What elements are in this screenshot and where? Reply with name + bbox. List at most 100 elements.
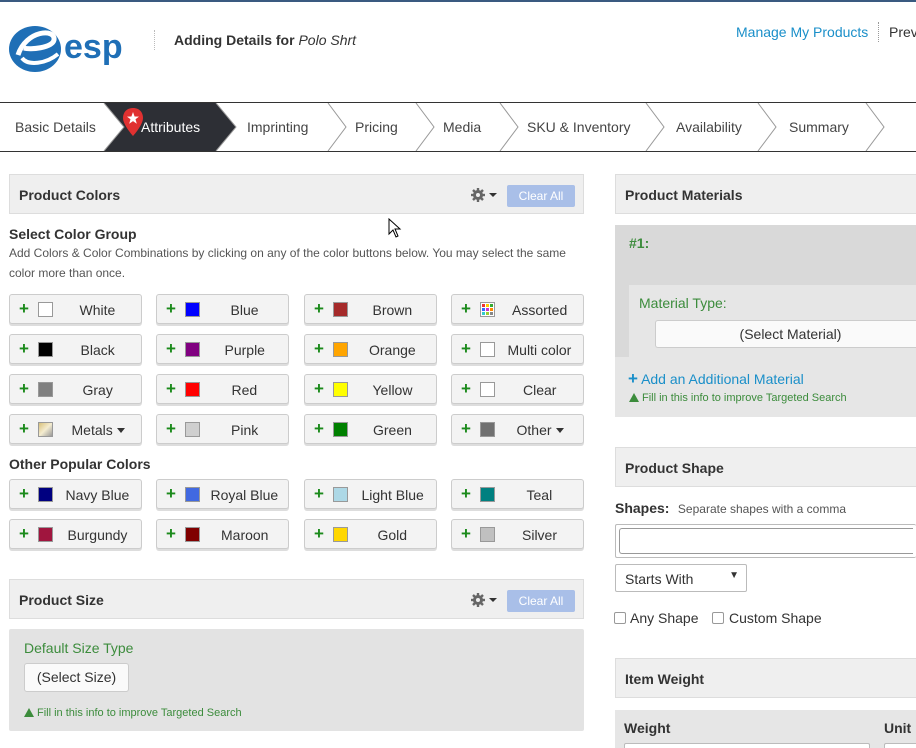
plus-icon: + [19,299,29,318]
color-label: Orange [369,342,416,358]
color-button-burgundy[interactable]: + Burgundy [9,519,142,549]
step-availability[interactable]: Availability [676,103,742,151]
select-material-button[interactable]: (Select Material) [655,320,916,348]
product-shape-title: Product Shape [625,460,724,476]
color-button-black[interactable]: + Black [9,334,142,364]
mouse-cursor-icon [388,217,402,243]
color-swatch [185,487,200,502]
color-button-silver[interactable]: + Silver [451,519,584,549]
step-sku-inventory[interactable]: SKU & Inventory [527,103,631,151]
plus-icon: + [461,379,471,398]
color-button-brown[interactable]: + Brown [304,294,437,324]
color-button-teal[interactable]: + Teal [451,479,584,509]
color-swatch [38,527,53,542]
color-label: Gold [377,527,408,543]
plus-icon: + [166,339,176,358]
header-separator [878,22,879,42]
title-prefix: Adding Details for [174,32,295,48]
step-pricing[interactable]: Pricing [355,103,398,151]
plus-icon: + [314,299,324,318]
plus-icon: + [461,339,471,358]
product-size-box: Default Size Type (Select Size) Fill in … [9,629,584,731]
unit-select[interactable] [884,743,916,748]
color-label: Yellow [372,382,413,398]
plus-icon: + [314,419,324,438]
color-swatch [185,422,200,437]
color-button-royal-blue[interactable]: + Royal Blue [156,479,289,509]
shapes-input[interactable] [619,528,913,554]
shape-match-select[interactable]: Starts With ▼ [615,564,747,592]
manage-products-link[interactable]: Manage My Products [736,24,868,40]
step-basic-details[interactable]: Basic Details [15,103,96,151]
color-button-pink[interactable]: + Pink [156,414,289,444]
materials-search-tip: Fill in this info to improve Targeted Se… [629,392,847,404]
color-swatch [333,422,348,437]
product-size-title: Product Size [19,592,104,608]
material-type-area: Material Type: (Select Material) [629,285,916,357]
color-swatch [480,382,495,397]
colors-clear-all-button[interactable]: Clear All [507,185,575,207]
step-summary[interactable]: Summary [789,103,849,151]
item-weight-header: Item Weight [615,658,916,698]
color-button-multi-color[interactable]: + Multi color [451,334,584,364]
color-swatch [185,302,200,317]
color-button-light-blue[interactable]: + Light Blue [304,479,437,509]
plus-icon: + [19,339,29,358]
color-label: Light Blue [361,487,424,503]
color-swatch [38,302,53,317]
color-swatch [185,527,200,542]
color-swatch [38,487,53,502]
color-label: Blue [230,302,259,318]
shapes-input-wrapper [615,524,916,558]
gear-dropdown[interactable] [470,187,498,203]
plus-icon: + [314,524,324,543]
color-button-yellow[interactable]: + Yellow [304,374,437,404]
plus-icon: + [461,419,471,438]
materials-tip-text: Fill in this info to improve Targeted Se… [642,392,847,404]
custom-shape-checkbox[interactable] [712,612,724,624]
step-attributes[interactable]: Attributes [141,103,200,151]
select-arrow-icon: ▼ [729,570,739,581]
color-button-metals[interactable]: + Metals [9,414,142,444]
color-button-purple[interactable]: + Purple [156,334,289,364]
color-button-orange[interactable]: + Orange [304,334,437,364]
color-swatch [38,422,53,437]
select-size-button[interactable]: (Select Size) [24,663,129,692]
plus-icon: + [166,524,176,543]
top-accent-line [0,0,916,2]
weight-input[interactable] [624,743,870,748]
color-button-navy-blue[interactable]: + Navy Blue [9,479,142,509]
shape-match-value: Starts With [625,571,694,587]
item-weight-box: Weight Unit [615,710,916,748]
add-material-link[interactable]: + Add an Additional Material [628,369,804,389]
esp-logo[interactable]: esp [8,22,132,74]
color-swatch [480,487,495,502]
size-clear-all-button[interactable]: Clear All [507,590,575,612]
preview-link[interactable]: Prev [889,24,916,40]
plus-icon: + [461,484,471,503]
color-label: Brown [372,302,413,318]
color-button-gold[interactable]: + Gold [304,519,437,549]
color-button-red[interactable]: + Red [156,374,289,404]
color-button-gray[interactable]: + Gray [9,374,142,404]
any-shape-checkbox[interactable] [614,612,626,624]
color-button-white[interactable]: + White [9,294,142,324]
color-label: Red [231,382,258,398]
step-media[interactable]: Media [443,103,481,151]
color-swatch [480,302,495,317]
color-button-other[interactable]: + Other [451,414,584,444]
plus-icon: + [19,484,29,503]
color-button-green[interactable]: + Green [304,414,437,444]
color-button-blue[interactable]: + Blue [156,294,289,324]
color-swatch [185,382,200,397]
color-label: Navy Blue [65,487,130,503]
plus-icon: + [314,484,324,503]
color-button-clear[interactable]: + Clear [451,374,584,404]
product-materials-header: Product Materials [615,174,916,214]
step-imprinting[interactable]: Imprinting [247,103,308,151]
size-gear-dropdown[interactable] [470,592,498,608]
color-swatch [480,527,495,542]
color-button-maroon[interactable]: + Maroon [156,519,289,549]
color-button-assorted[interactable]: + Assorted [451,294,584,324]
plus-icon: + [628,369,638,388]
